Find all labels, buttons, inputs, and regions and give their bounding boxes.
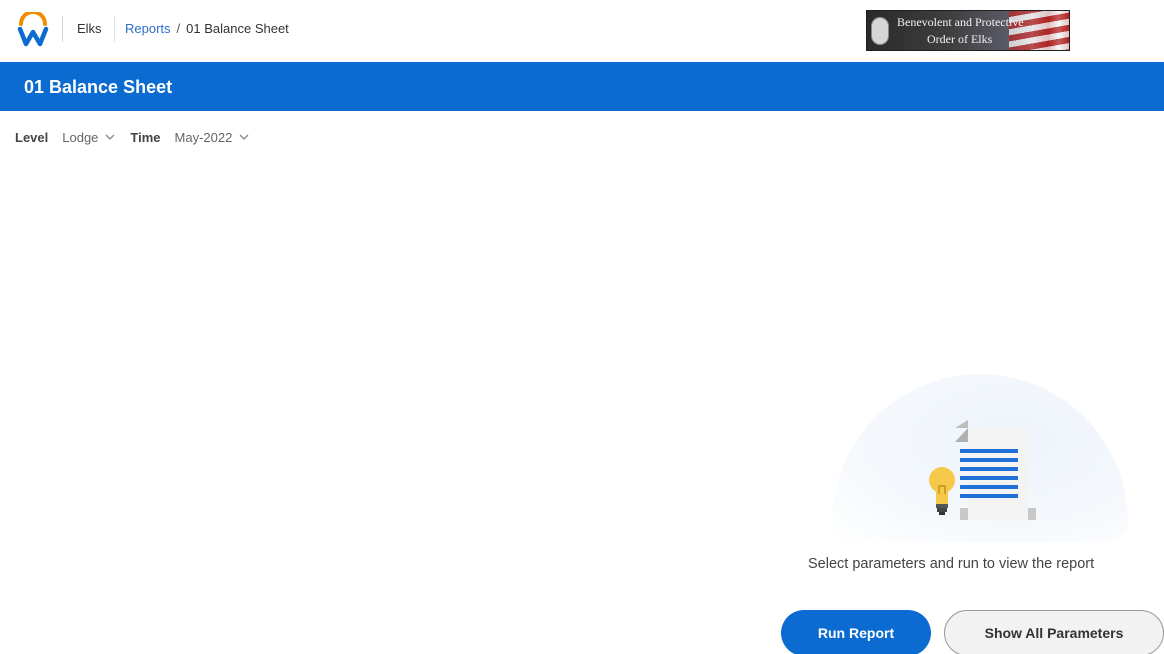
run-report-button[interactable]: Run Report [781, 610, 931, 654]
breadcrumb-separator: / [176, 21, 181, 36]
divider [62, 16, 63, 42]
empty-state-message: Select parameters and run to view the re… [808, 556, 1095, 572]
org-name[interactable]: Elks [77, 21, 102, 36]
level-filter-label: Level [15, 129, 49, 145]
page-title: 01 Balance Sheet [24, 77, 173, 97]
breadcrumb-reports-link[interactable]: Reports [125, 21, 171, 36]
show-all-parameters-button[interactable]: Show All Parameters [944, 610, 1164, 654]
filter-bar: Level Lodge Time May-2022 [15, 127, 264, 147]
title-band: 01 Balance Sheet [0, 62, 1164, 111]
chevron-down-icon [105, 134, 115, 140]
time-filter-value: May-2022 [174, 129, 233, 145]
elks-seal-icon [871, 17, 889, 45]
report-page: Elks Reports / 01 Balance Sheet Benevolent… [0, 0, 1164, 654]
workday-logo-icon[interactable] [16, 12, 50, 48]
time-filter-dropdown[interactable]: May-2022 [175, 130, 251, 145]
divider [114, 16, 115, 42]
level-filter-dropdown[interactable]: Lodge [62, 130, 116, 145]
brand-banner-line1: Benevolent and Protective [897, 15, 1024, 29]
breadcrumb-current: 01 Balance Sheet [186, 21, 289, 36]
chevron-down-icon [239, 134, 249, 140]
elks-brand-banner: Benevolent and Protective Order of Elks [866, 10, 1070, 51]
level-filter-value: Lodge [62, 129, 99, 145]
breadcrumb: Reports / 01 Balance Sheet [125, 21, 289, 36]
report-lightbulb-illustration [929, 420, 1036, 520]
top-bar: Elks Reports / 01 Balance Sheet Benevolent… [0, 0, 1164, 62]
time-filter-label: Time [130, 129, 161, 145]
brand-banner-line2: Order of Elks [927, 32, 993, 46]
